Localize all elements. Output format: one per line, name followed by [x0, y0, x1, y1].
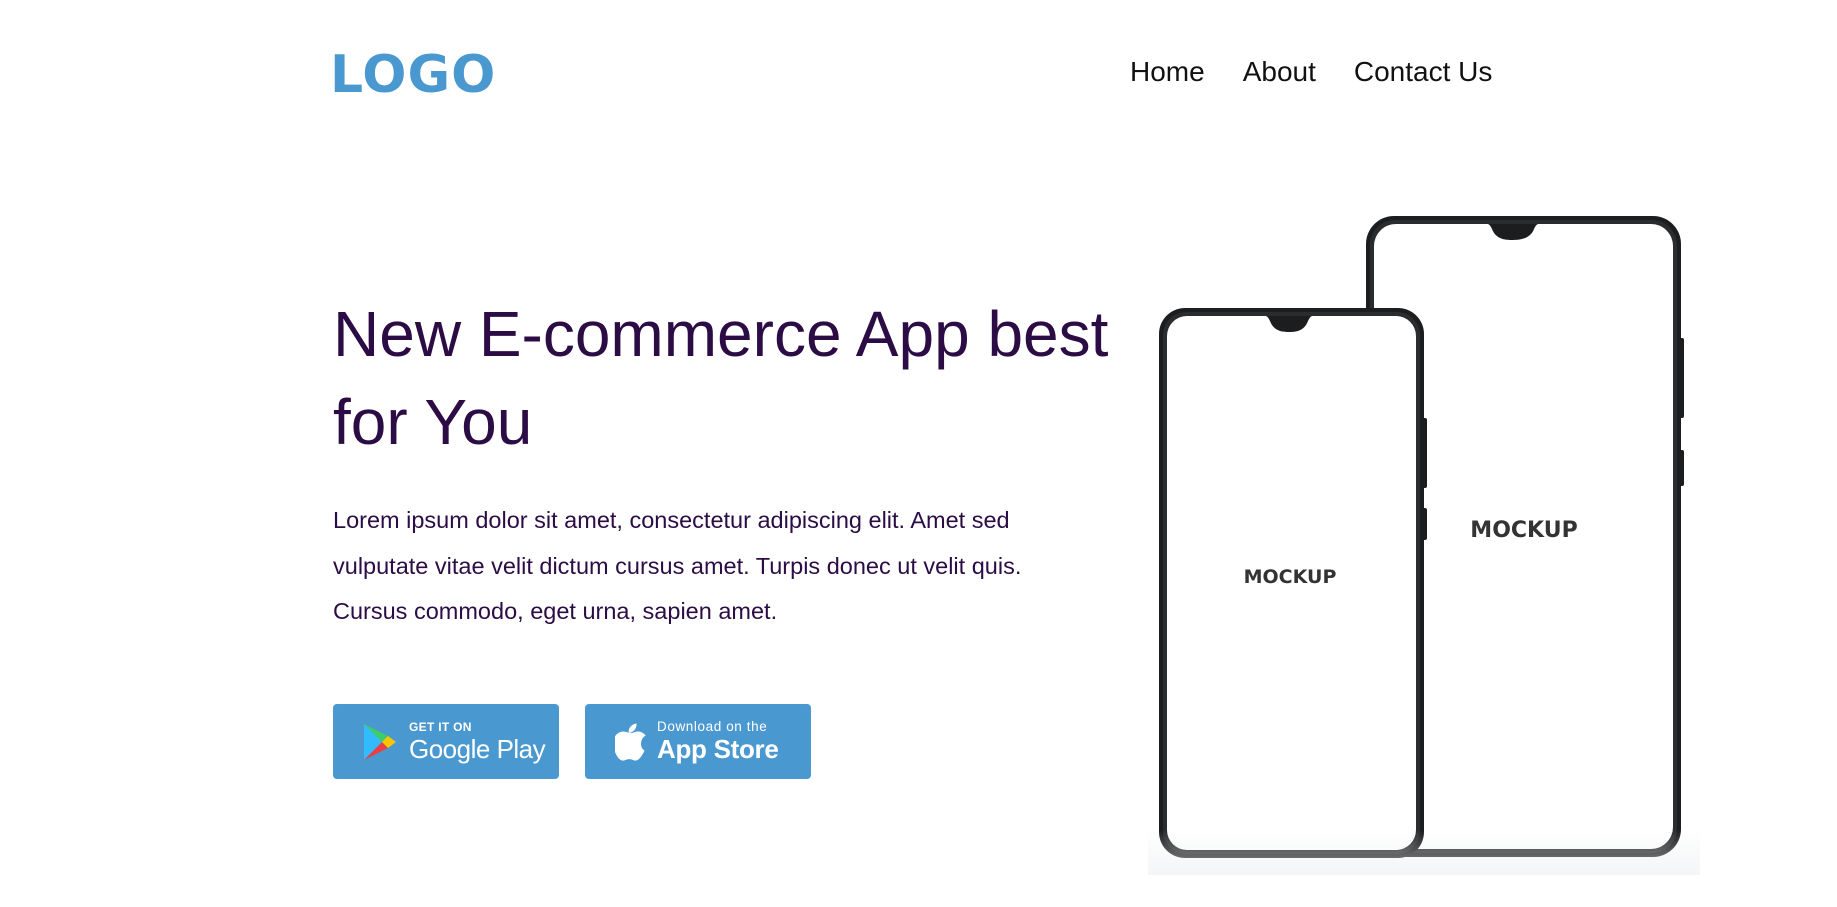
google-play-icon: [359, 722, 401, 762]
nav-home-link[interactable]: Home: [1130, 56, 1205, 88]
nav-about-link[interactable]: About: [1243, 56, 1316, 88]
phone-mockups: MOCKUP MOCKUP: [1140, 210, 1710, 875]
google-play-small-label: GET IT ON: [409, 719, 472, 734]
phone-mockups-illustration: MOCKUP MOCKUP: [1159, 216, 1684, 858]
landing-page: LOGO Home About Contact Us New E-commerc…: [0, 0, 1837, 907]
app-store-small-label: Download on the: [657, 718, 768, 734]
left-phone: MOCKUP: [1159, 308, 1427, 858]
main-nav: Home About Contact Us: [1130, 56, 1492, 88]
google-play-button[interactable]: GET IT ON Google Play: [333, 704, 559, 779]
right-screen-label: MOCKUP: [1470, 518, 1577, 543]
app-store-button[interactable]: Download on the App Store: [585, 704, 811, 779]
logo[interactable]: LOGO: [330, 44, 496, 106]
apple-icon: [613, 723, 649, 761]
google-play-big-label: Google Play: [409, 733, 546, 764]
hero-headline: New E-commerce App best for You: [333, 298, 1109, 458]
left-screen-label: MOCKUP: [1244, 566, 1337, 588]
phones-floor-shadow: [1148, 830, 1700, 875]
app-store-text: Download on the App Store: [657, 718, 779, 764]
nav-contact-link[interactable]: Contact Us: [1354, 56, 1493, 88]
hero-description: Lorem ipsum dolor sit amet, consectetur …: [333, 507, 1022, 624]
app-store-big-label: App Store: [657, 733, 779, 764]
google-play-text: GET IT ON Google Play: [409, 719, 546, 764]
